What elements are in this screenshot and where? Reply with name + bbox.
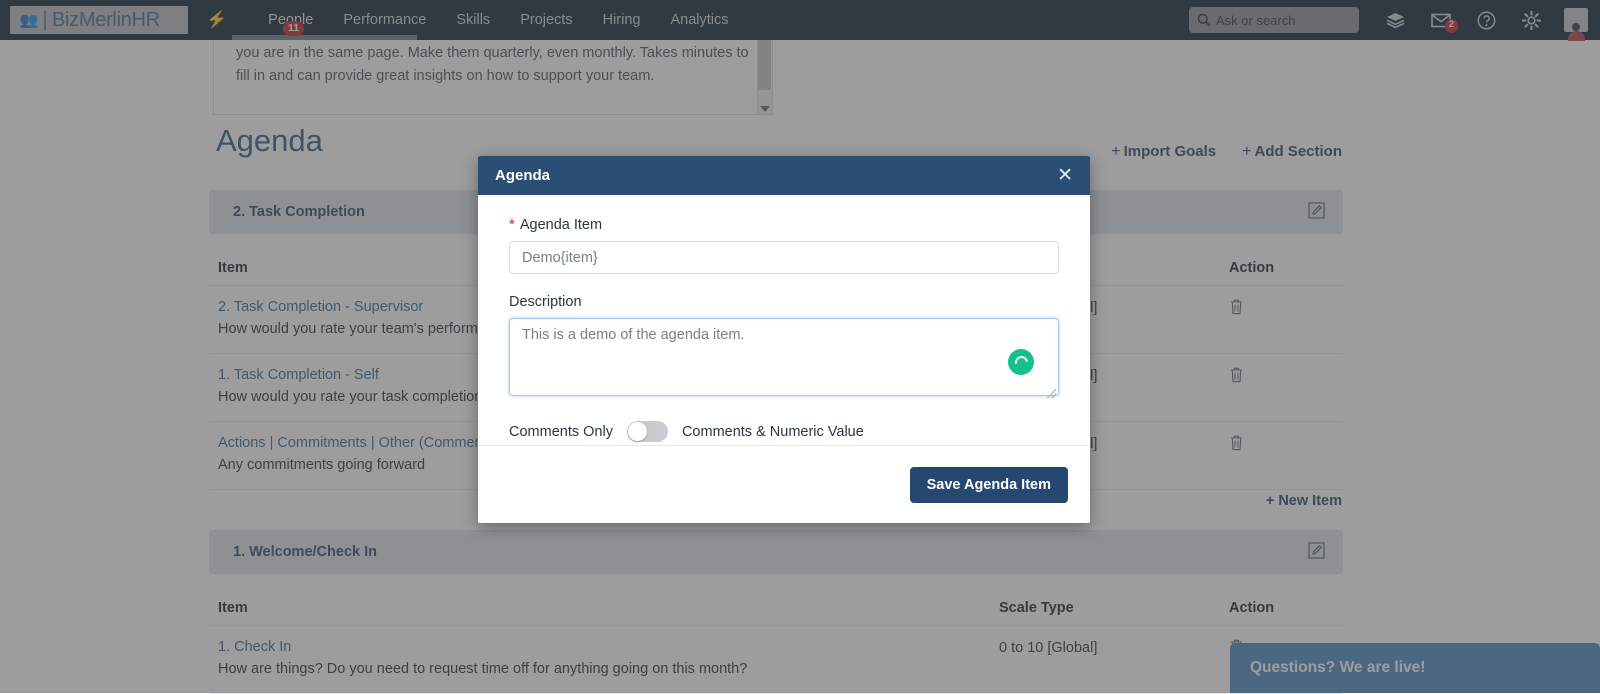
modal-body: * Agenda Item Description Comments Only … bbox=[478, 195, 1090, 442]
loading-spinner-icon bbox=[1008, 349, 1034, 375]
required-asterisk: * bbox=[509, 216, 515, 233]
description-wrapper bbox=[509, 318, 1059, 401]
description-field-label: Description bbox=[509, 294, 1059, 310]
agenda-modal: Agenda ✕ * Agenda Item Description Comme… bbox=[478, 156, 1090, 523]
textarea-resize-handle[interactable] bbox=[1047, 389, 1056, 398]
close-icon[interactable]: ✕ bbox=[1057, 166, 1073, 185]
modal-title: Agenda bbox=[495, 167, 551, 184]
description-textarea[interactable] bbox=[509, 318, 1059, 396]
agenda-item-field-label: * Agenda Item bbox=[509, 217, 1059, 233]
save-agenda-item-button[interactable]: Save Agenda Item bbox=[909, 466, 1068, 503]
toggle-right-label: Comments & Numeric Value bbox=[681, 423, 864, 440]
modal-footer: Save Agenda Item bbox=[478, 445, 1090, 523]
agenda-item-label-text: Agenda Item bbox=[519, 217, 603, 233]
scale-type-toggle-row: Comments Only Comments & Numeric Value bbox=[509, 421, 1059, 442]
modal-header: Agenda ✕ bbox=[478, 156, 1090, 195]
toggle-left-label: Comments Only bbox=[509, 423, 613, 440]
description-label-text: Description bbox=[509, 294, 582, 310]
toggle-knob bbox=[627, 422, 647, 441]
comments-numeric-toggle[interactable] bbox=[626, 421, 668, 442]
agenda-item-input[interactable] bbox=[509, 241, 1059, 274]
